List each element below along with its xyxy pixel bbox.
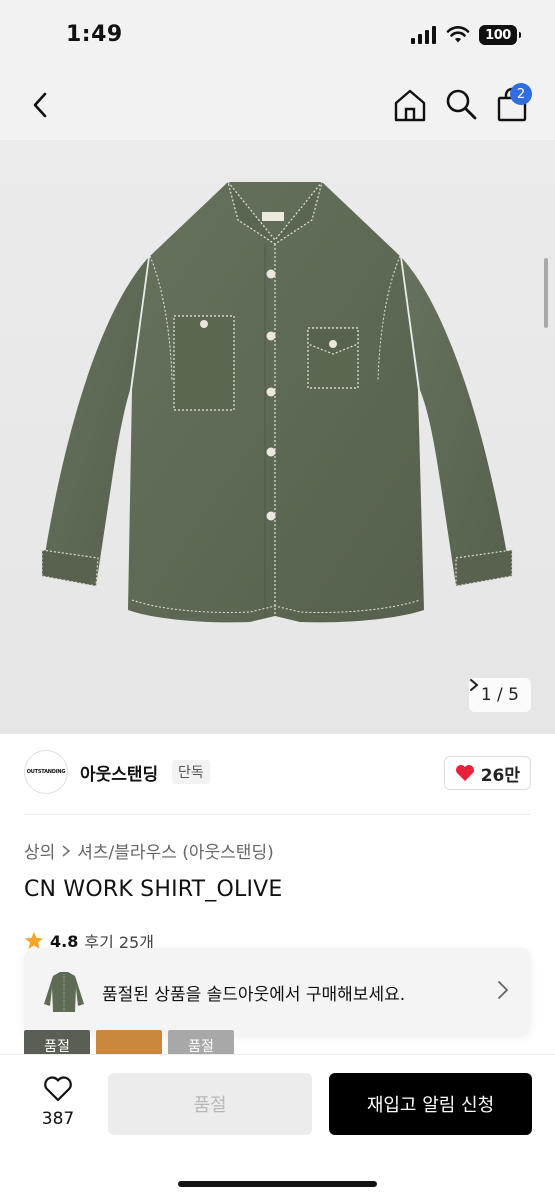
- restock-alert-button[interactable]: 재입고 알림 신청: [329, 1073, 532, 1135]
- exclusive-badge: 단독: [172, 760, 210, 784]
- bottom-action-bar: 387 품절 재입고 알림 신청: [0, 1054, 555, 1200]
- back-arrow-icon[interactable]: [26, 90, 56, 120]
- color-option-olive[interactable]: 품절: [24, 1030, 90, 1054]
- home-indicator: [178, 1181, 377, 1187]
- chevron-right-icon: [469, 679, 479, 691]
- search-icon[interactable]: [444, 87, 478, 121]
- wifi-icon: [446, 26, 470, 43]
- status-time: 1:49: [66, 22, 123, 47]
- wishlist-button[interactable]: 387: [30, 1075, 86, 1129]
- brand-like-count: 26만: [480, 765, 520, 786]
- scrollbar[interactable]: [544, 258, 548, 328]
- soldout-banner[interactable]: 품절된 상품을 솔드아웃에서 구매해보세요.: [24, 948, 531, 1036]
- breadcrumb: 상의 셔츠/블라우스 (아웃스탠딩): [24, 838, 274, 863]
- brand-row: OUTSTANDING 아웃스탠딩 단독 26만: [0, 748, 555, 800]
- product-image-gallery[interactable]: 1 / 5: [0, 140, 555, 734]
- brand-name[interactable]: 아웃스탠딩: [80, 760, 158, 785]
- bag-count-badge: 2: [510, 83, 532, 105]
- color-option-grey[interactable]: 품절: [168, 1030, 234, 1054]
- color-options: 품절 품절: [24, 1030, 234, 1054]
- status-bar: 1:49 100: [0, 0, 555, 70]
- brand-like-button[interactable]: 26만: [443, 756, 531, 790]
- signal-icon: [411, 26, 436, 44]
- breadcrumb-item-category[interactable]: 상의: [24, 838, 55, 863]
- heart-filled-icon: [455, 765, 474, 781]
- product-title: CN WORK SHIRT_OLIVE: [24, 877, 283, 902]
- banner-product-thumbnail: [44, 972, 84, 1012]
- heart-outline-icon: [44, 1076, 72, 1102]
- nav-bar: 2: [0, 70, 555, 140]
- divider: [24, 814, 531, 815]
- soldout-banner-text: 품절된 상품을 솔드아웃에서 구매해보세요.: [102, 985, 406, 1005]
- wishlist-count: 387: [41, 1109, 75, 1129]
- chevron-right-icon: [498, 981, 509, 999]
- product-image: [41, 181, 513, 623]
- battery-indicator: 100: [479, 25, 521, 45]
- breadcrumb-item-subcategory[interactable]: 셔츠/블라우스 (아웃스탠딩): [77, 838, 273, 863]
- home-icon[interactable]: [392, 87, 428, 123]
- image-pager[interactable]: 1 / 5: [468, 678, 531, 712]
- pager-text: 1 / 5: [480, 685, 519, 705]
- soldout-button: 품절: [108, 1073, 312, 1135]
- soldout-label: 품절: [188, 1039, 214, 1054]
- chevron-right-icon: [62, 844, 71, 857]
- soldout-label: 품절: [44, 1039, 70, 1054]
- status-icons: 100: [411, 25, 521, 45]
- brand-logo[interactable]: OUTSTANDING: [24, 750, 68, 794]
- color-option-brown[interactable]: [96, 1030, 162, 1054]
